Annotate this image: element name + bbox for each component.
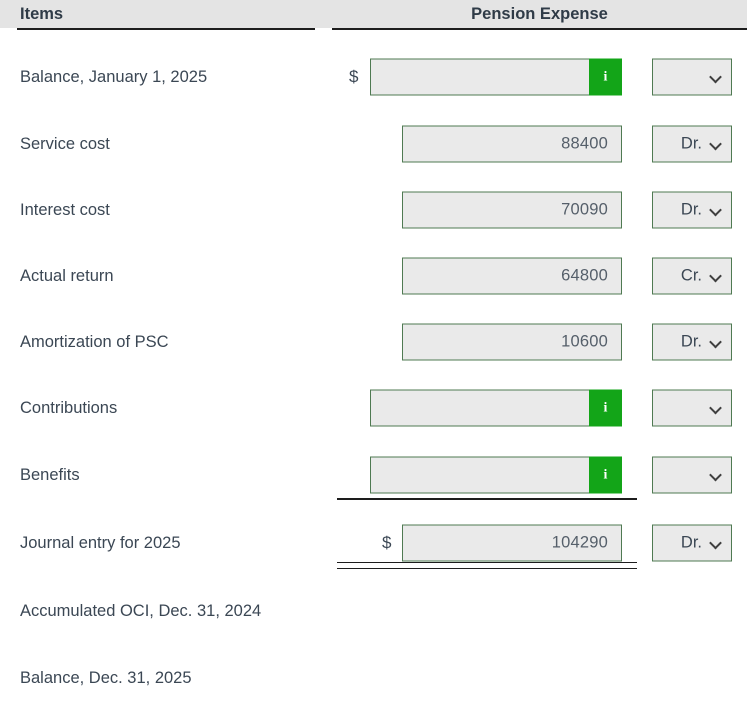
info-icon[interactable]: i	[589, 58, 622, 96]
table-header: Items Pension Expense	[0, 0, 747, 28]
dr-cr-select-value: Dr.	[680, 200, 702, 219]
currency-symbol: $	[349, 67, 359, 86]
amount-input[interactable]: 88400	[402, 125, 622, 163]
header-underline-right	[332, 28, 747, 30]
dr-cr-select[interactable]	[652, 456, 732, 494]
table-row: Amortization of PSC 10600 Dr.	[0, 309, 747, 375]
total-rule-top	[337, 562, 637, 563]
info-icon[interactable]: i	[589, 456, 622, 494]
amount-input[interactable]: 64800	[402, 257, 622, 295]
table-row: Actual return 64800 Cr.	[0, 243, 747, 309]
subtotal-rule	[337, 498, 637, 500]
header-underline-left	[17, 28, 315, 30]
chevron-down-icon	[711, 271, 722, 282]
amount-input[interactable]: 104290	[402, 524, 622, 562]
amount-input-value: 64800	[561, 266, 608, 285]
dr-cr-select-value: Dr.	[680, 134, 702, 153]
row-value-cell: $ i	[332, 44, 747, 110]
table-row: Journal entry for 2025 $ 104290 Dr.	[0, 510, 747, 576]
amount-input-value: 88400	[561, 134, 608, 153]
row-label: Accumulated OCI, Dec. 31, 2024	[20, 601, 262, 620]
row-value-cell	[332, 578, 747, 644]
row-value-cell: 10600 Dr.	[332, 309, 747, 375]
chevron-down-icon	[711, 538, 722, 549]
row-value-cell	[332, 645, 747, 711]
chevron-down-icon	[711, 72, 722, 83]
dr-cr-select-value: Cr.	[680, 266, 702, 285]
row-label: Balance, Dec. 31, 2025	[20, 668, 192, 687]
row-value-cell: 64800 Cr.	[332, 243, 747, 309]
info-icon[interactable]: i	[589, 389, 622, 427]
table-row: Contributions i	[0, 375, 747, 441]
chevron-down-icon	[711, 337, 722, 348]
dr-cr-select[interactable]: Dr.	[652, 125, 732, 163]
dr-cr-select[interactable]: Cr.	[652, 257, 732, 295]
table-row: Accumulated OCI, Dec. 31, 2024	[0, 578, 747, 644]
row-value-cell: 88400 Dr.	[332, 111, 747, 177]
column-header-pension-expense-label: Pension Expense	[471, 4, 608, 23]
chevron-down-icon	[711, 139, 722, 150]
row-label: Service cost	[20, 134, 110, 153]
row-label: Benefits	[20, 465, 80, 484]
header-column-gap	[315, 0, 332, 28]
row-value-cell: 70090 Dr.	[332, 177, 747, 243]
row-label: Interest cost	[20, 200, 110, 219]
dr-cr-select[interactable]: Dr.	[652, 323, 732, 361]
dr-cr-select-value: Dr.	[680, 533, 702, 552]
row-value-cell: i	[332, 375, 747, 441]
table-row: Balance, January 1, 2025 $ i	[0, 44, 747, 110]
dr-cr-select[interactable]: Dr.	[652, 191, 732, 229]
amount-input[interactable]: i	[370, 456, 622, 494]
column-header-items-label: Items	[20, 4, 64, 23]
amount-input[interactable]: i	[370, 58, 622, 96]
amount-input-value: 70090	[561, 200, 608, 219]
row-label: Actual return	[20, 266, 114, 285]
amount-input-value: 10600	[561, 332, 608, 351]
chevron-down-icon	[711, 470, 722, 481]
amount-input[interactable]: i	[370, 389, 622, 427]
table-row: Service cost 88400 Dr.	[0, 111, 747, 177]
amount-input[interactable]: 70090	[402, 191, 622, 229]
dr-cr-select-value: Dr.	[680, 332, 702, 351]
row-value-cell: $ 104290 Dr.	[332, 510, 747, 576]
dr-cr-select[interactable]	[652, 58, 732, 96]
pension-worksheet: Items Pension Expense Balance, January 1…	[0, 0, 747, 705]
column-header-items: Items	[0, 0, 315, 28]
dr-cr-select[interactable]: Dr.	[652, 524, 732, 562]
chevron-down-icon	[711, 205, 722, 216]
column-header-pension-expense: Pension Expense	[332, 0, 747, 28]
amount-input[interactable]: 10600	[402, 323, 622, 361]
row-label: Balance, January 1, 2025	[20, 67, 208, 86]
row-label: Contributions	[20, 398, 118, 417]
chevron-down-icon	[711, 403, 722, 414]
currency-symbol: $	[382, 533, 392, 552]
table-row: Balance, Dec. 31, 2025	[0, 645, 747, 711]
total-rule-bottom	[337, 568, 637, 569]
row-label: Amortization of PSC	[20, 332, 169, 351]
row-label: Journal entry for 2025	[20, 533, 181, 552]
dr-cr-select[interactable]	[652, 389, 732, 427]
amount-input-value: 104290	[551, 533, 608, 552]
table-row: Interest cost 70090 Dr.	[0, 177, 747, 243]
